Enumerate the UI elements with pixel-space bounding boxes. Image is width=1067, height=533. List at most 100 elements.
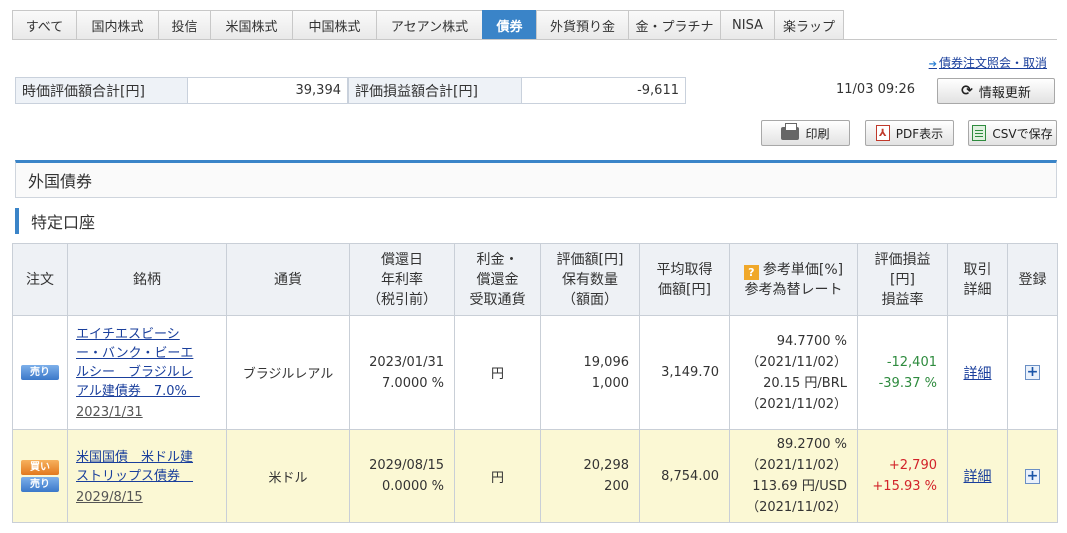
table-row: 買い 売り 米国国債 米ドル建 ストリップス債券 2029/8/15 米ドル 2… bbox=[12, 429, 1058, 523]
tab-bonds[interactable]: 債券 bbox=[482, 10, 536, 40]
update-timestamp: 11/03 09:26 bbox=[836, 82, 916, 97]
header-value: 評価額[円] 保有数量 （額面） bbox=[540, 243, 640, 316]
header-pl-line1: 評価損益 bbox=[874, 251, 931, 268]
receive-currency-cell: 円 bbox=[454, 429, 541, 523]
help-icon[interactable]: ? bbox=[743, 264, 759, 280]
maturity-date: 2023/01/31 bbox=[369, 354, 444, 370]
bond-name-line: エイチエスビーシ bbox=[76, 327, 180, 342]
avg-cost-cell: 3,149.70 bbox=[639, 315, 730, 430]
header-reference: ? 参考単価[%] 参考為替レート bbox=[729, 243, 858, 316]
header-maturity-line3: （税引前） bbox=[367, 291, 437, 308]
tab-foreign-deposits[interactable]: 外貨預り金 bbox=[536, 10, 628, 40]
bond-name-line: ルシー ブラジルレ bbox=[76, 365, 193, 380]
refresh-label: 情報更新 bbox=[978, 85, 1031, 101]
tab-nisa[interactable]: NISA bbox=[720, 10, 774, 40]
reference-fx-date: （2021/11/02） bbox=[746, 500, 847, 515]
holding-quantity: 1,000 bbox=[591, 375, 629, 391]
account-header: 特定口座 bbox=[15, 207, 95, 235]
bond-holdings-table: 注文 銘柄 通貨 償還日 年利率 （税引前） 利金・ 償還金 受取通貨 評価額[… bbox=[12, 243, 1058, 523]
maturity-cell: 2029/08/15 0.0000 % bbox=[349, 429, 455, 523]
valuation-summary: 時価評価額合計[円] 39,394 評価損益額合計[円] -9,611 bbox=[15, 77, 686, 104]
header-detail: 取引 詳細 bbox=[947, 243, 1008, 316]
header-currency: 通貨 bbox=[226, 243, 350, 316]
pl-total-value: -9,611 bbox=[522, 77, 686, 104]
receive-currency-cell: 円 bbox=[454, 315, 541, 430]
maturity-cell: 2023/01/31 7.0000 % bbox=[349, 315, 455, 430]
plus-icon[interactable]: + bbox=[1025, 365, 1040, 380]
account-accent-bar bbox=[15, 208, 19, 234]
reference-price: 94.7700 % bbox=[776, 333, 847, 349]
reference-price-date: （2021/11/02） bbox=[746, 354, 847, 370]
buy-button[interactable]: 買い bbox=[21, 460, 59, 475]
pl-amount: +2,790 bbox=[888, 458, 937, 473]
bond-maturity-date: 2023/1/31 bbox=[76, 405, 143, 420]
reference-fx-rate: 113.69 円/USD bbox=[752, 479, 847, 494]
annual-rate: 7.0000 % bbox=[382, 375, 444, 391]
header-detail-line2: 詳細 bbox=[963, 281, 992, 298]
bond-name-line: アル建債券 7.0% bbox=[76, 384, 200, 399]
header-value-line2: 保有数量 bbox=[562, 271, 618, 288]
bond-order-inquiry-link[interactable]: ➔ 債券注文照会・取消 bbox=[929, 54, 1047, 71]
bond-name-link[interactable]: 米国国債 米ドル建 ストリップス債券 bbox=[68, 448, 226, 486]
header-pl-line2: [円] bbox=[890, 271, 915, 288]
table-header-row: 注文 銘柄 通貨 償還日 年利率 （税引前） 利金・ 償還金 受取通貨 評価額[… bbox=[12, 243, 1058, 316]
valuation-total-value: 39,394 bbox=[188, 77, 348, 104]
pdf-label: PDF表示 bbox=[895, 126, 944, 141]
header-register: 登録 bbox=[1007, 243, 1058, 316]
maturity-date: 2029/08/15 bbox=[369, 458, 444, 473]
tab-gold-platinum[interactable]: 金・プラチナ bbox=[628, 10, 720, 40]
bond-maturity-date: 2029/8/15 bbox=[76, 489, 143, 505]
header-value-line1: 評価額[円] bbox=[556, 251, 624, 268]
tab-divider bbox=[12, 39, 1057, 40]
reference-fx-rate: 20.15 円/BRL bbox=[763, 375, 847, 391]
tab-us-stocks[interactable]: 米国株式 bbox=[210, 10, 292, 40]
reference-cell: 94.7700 % （2021/11/02） 20.15 円/BRL （2021… bbox=[729, 315, 858, 430]
register-cell: + bbox=[1007, 315, 1058, 430]
register-cell: + bbox=[1007, 429, 1058, 523]
account-title: 特定口座 bbox=[31, 213, 96, 232]
sell-button[interactable]: 売り bbox=[21, 365, 59, 380]
section-title: 外国債券 bbox=[28, 172, 93, 191]
detail-link[interactable]: 詳細 bbox=[964, 366, 992, 382]
header-maturity: 償還日 年利率 （税引前） bbox=[349, 243, 455, 316]
tab-rakuwrap[interactable]: 楽ラップ bbox=[774, 10, 844, 40]
header-ref-line2: 参考為替レート bbox=[744, 281, 843, 298]
header-avg-line2: 価額[円] bbox=[658, 281, 711, 298]
detail-cell: 詳細 bbox=[947, 315, 1008, 430]
tab-funds[interactable]: 投信 bbox=[158, 10, 210, 40]
valuation-amount: 19,096 bbox=[583, 354, 630, 370]
pl-rate: -39.37 % bbox=[878, 375, 937, 391]
pl-cell: +2,790 +15.93 % bbox=[857, 429, 948, 523]
value-cell: 20,298 200 bbox=[540, 429, 640, 523]
header-interest-line1: 利金・ bbox=[476, 251, 519, 268]
sell-button[interactable]: 売り bbox=[21, 477, 59, 492]
currency-cell: 米ドル bbox=[226, 429, 350, 523]
bond-name-cell: エイチエスビーシ ー・バンク・ビーエ ルシー ブラジルレ アル建債券 7.0% … bbox=[67, 315, 227, 430]
header-pl: 評価損益 [円] 損益率 bbox=[857, 243, 948, 316]
plus-icon[interactable]: + bbox=[1025, 468, 1040, 484]
valuation-total-label: 時価評価額合計[円] bbox=[15, 77, 188, 104]
header-interest-line2: 償還金 bbox=[476, 271, 519, 288]
header-maturity-line1: 償還日 bbox=[381, 251, 423, 268]
refresh-button[interactable]: ⟳ 情報更新 bbox=[937, 78, 1055, 104]
holding-quantity: 200 bbox=[604, 479, 629, 494]
pl-cell: -12,401 -39.37 % bbox=[857, 315, 948, 430]
reference-price: 89.2700 % bbox=[776, 437, 847, 452]
detail-link[interactable]: 詳細 bbox=[964, 469, 992, 485]
csv-label: CSVで保存 bbox=[992, 126, 1053, 141]
bond-name-link[interactable]: エイチエスビーシ ー・バンク・ビーエ ルシー ブラジルレ アル建債券 7.0% bbox=[68, 325, 226, 401]
tab-china-stocks[interactable]: 中国株式 bbox=[292, 10, 376, 40]
pdf-button[interactable]: ⅄ PDF表示 bbox=[865, 120, 954, 146]
header-maturity-line2: 年利率 bbox=[381, 271, 423, 288]
print-button[interactable]: 印刷 bbox=[761, 120, 850, 146]
section-header: 外国債券 bbox=[15, 160, 1057, 198]
tab-asean-stocks[interactable]: アセアン株式 bbox=[376, 10, 482, 40]
pdf-icon: ⅄ bbox=[875, 125, 890, 141]
tab-all[interactable]: すべて bbox=[12, 10, 76, 40]
avg-cost-cell: 8,754.00 bbox=[639, 429, 730, 523]
header-name: 銘柄 bbox=[67, 243, 227, 316]
tab-domestic-stocks[interactable]: 国内株式 bbox=[76, 10, 158, 40]
bond-order-inquiry-label: 債券注文照会・取消 bbox=[938, 56, 1047, 70]
bond-name-line: ー・バンク・ビーエ bbox=[76, 346, 194, 361]
csv-button[interactable]: CSVで保存 bbox=[968, 120, 1057, 146]
